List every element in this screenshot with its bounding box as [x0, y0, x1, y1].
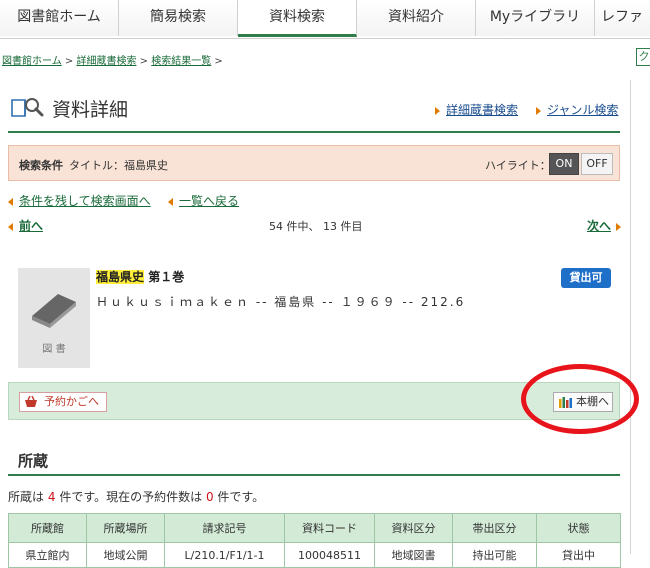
- table-cell: 県立館内: [8, 542, 87, 568]
- book-icon: [32, 294, 76, 328]
- top-nav: 図書館ホーム 簡易検索 資料検索 資料紹介 Myライブラリ レファ: [0, 0, 650, 39]
- book-cover-placeholder: 図 書: [18, 268, 90, 368]
- content-right-border: [630, 80, 631, 554]
- availability-badge: 貸出可: [561, 268, 611, 288]
- column-header: 所蔵館: [8, 513, 87, 543]
- arrow-right-icon: [616, 222, 622, 231]
- title-divider: [8, 131, 620, 133]
- arrow-right-icon: [435, 106, 440, 115]
- holdings-count: 4: [47, 490, 56, 504]
- table-cell: 持出可能: [452, 542, 537, 568]
- column-header: 請求記号: [164, 513, 285, 543]
- add-to-cart-button[interactable]: 予約かごへ: [19, 392, 107, 412]
- holdings-divider: [8, 474, 620, 476]
- prev-link[interactable]: 前へ: [8, 217, 43, 234]
- breadcrumb-separator: >: [64, 56, 74, 67]
- arrow-right-icon: [536, 106, 541, 115]
- highlight-off-button[interactable]: OFF: [581, 153, 613, 175]
- column-header: 帯出区分: [452, 513, 537, 543]
- arrow-left-icon: [168, 197, 173, 206]
- holdings-summary: 所蔵は 4 件です。現在の予約件数は 0 件です。: [8, 490, 265, 504]
- back-to-search-link[interactable]: 条件を残して検索画面へ: [8, 192, 151, 209]
- record-title[interactable]: 福島県史 第１巻: [96, 268, 184, 285]
- table-cell: 貸出中: [536, 542, 621, 568]
- table-cell: 地域公開: [86, 542, 165, 568]
- arrow-left-icon: [8, 197, 13, 206]
- side-tab-fragment[interactable]: ク: [636, 48, 650, 66]
- page-title: 資料詳細: [52, 99, 129, 121]
- title-rest: 第１巻: [144, 270, 185, 284]
- holdings-title: 所蔵: [18, 452, 49, 470]
- table-cell: 地域図書: [374, 542, 453, 568]
- breadcrumb-advanced-search[interactable]: 詳細蔵書検索: [76, 56, 136, 67]
- highlight-label: ハイライト：: [485, 159, 551, 172]
- cover-label: 図 書: [42, 344, 66, 355]
- table-cell: 100048511: [284, 542, 375, 568]
- tab-material-intro[interactable]: 資料紹介: [357, 0, 476, 36]
- annotation-circle: [521, 364, 639, 434]
- table-row: 県立館内 地域公開 L/210.1/F1/1-1 100048511 地域図書 …: [8, 542, 621, 568]
- breadcrumb-library-home[interactable]: 図書館ホーム: [2, 56, 62, 67]
- column-header: 資料区分: [374, 513, 453, 543]
- result-count: 54 件中、 13 件目: [269, 220, 363, 233]
- book-search-icon: [11, 98, 44, 117]
- genre-search-link[interactable]: ジャンル検索: [536, 101, 618, 118]
- condition-value: タイトル：福島県史: [69, 159, 168, 172]
- breadcrumb-separator: >: [139, 56, 149, 67]
- search-condition-bar: 検索条件 タイトル：福島県史 ハイライト： ON OFF: [8, 145, 620, 181]
- highlight-on-button[interactable]: ON: [549, 153, 579, 175]
- advanced-search-link[interactable]: 詳細蔵書検索: [435, 101, 518, 118]
- column-header: 状態: [536, 513, 621, 543]
- tab-reference[interactable]: レファ: [595, 0, 650, 36]
- title-highlight: 福島県史: [96, 270, 145, 284]
- next-link[interactable]: 次へ: [587, 217, 622, 234]
- condition-label: 検索条件: [19, 159, 63, 172]
- tab-simple-search[interactable]: 簡易検索: [119, 0, 238, 36]
- column-header: 所蔵場所: [86, 513, 165, 543]
- tab-library-home[interactable]: 図書館ホーム: [0, 0, 119, 36]
- arrow-left-icon: [8, 222, 13, 231]
- table-cell: L/210.1/F1/1-1: [164, 542, 285, 568]
- table-header-row: 所蔵館 所蔵場所 請求記号 資料コード 資料区分 帯出区分 状態: [8, 513, 621, 543]
- breadcrumb: 図書館ホーム > 詳細蔵書検索 > 検索結果一覧 >: [2, 52, 223, 67]
- holdings-table: 所蔵館 所蔵場所 請求記号 資料コード 資料区分 帯出区分 状態 県立館内 地域…: [8, 513, 621, 568]
- reserve-count: 0: [205, 490, 214, 504]
- column-header: 資料コード: [284, 513, 375, 543]
- breadcrumb-result-list[interactable]: 検索結果一覧: [151, 56, 211, 67]
- basket-icon: [25, 396, 37, 407]
- record-details: Ｈｕｋｕｓｉｍａｋｅｎ -- 福島県 -- １９６９ -- 212.6: [96, 295, 466, 309]
- tab-my-library[interactable]: Myライブラリ: [476, 0, 595, 36]
- back-to-list-link[interactable]: 一覧へ戻る: [168, 192, 239, 209]
- breadcrumb-separator: >: [214, 56, 223, 67]
- tab-material-search[interactable]: 資料検索: [238, 0, 357, 37]
